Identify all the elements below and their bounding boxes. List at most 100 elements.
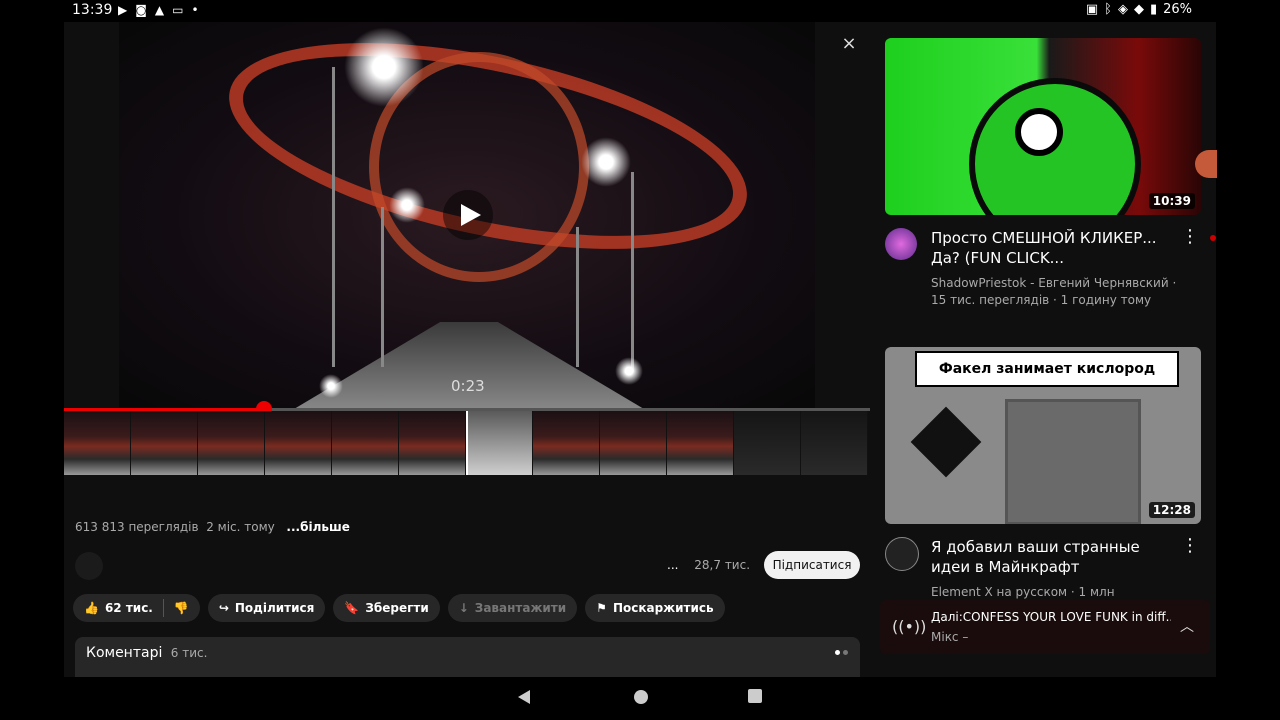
video-frame-pole	[631, 172, 634, 372]
youtube-app: × 0:23 613 813 переглядів 2 міс. тому ..…	[64, 22, 1217, 720]
recommendation-title[interactable]: Я добавил ваши странные идеи в Майнкрафт	[931, 537, 1175, 577]
video-frame-light	[319, 374, 343, 398]
comments-pager	[835, 650, 848, 655]
more-vert-icon[interactable]: ⋮	[1181, 535, 1199, 556]
video-frame-road	[289, 322, 649, 408]
strip-frame	[466, 411, 533, 475]
like-dislike-button[interactable]: 👍 62 тис. 👎	[73, 594, 200, 622]
share-label: Поділитися	[234, 601, 315, 615]
back-icon[interactable]	[517, 689, 531, 705]
share-icon: ↪	[218, 601, 229, 615]
like-count: 62 тис.	[104, 601, 153, 615]
video-frame-pole	[332, 67, 335, 367]
cast-icon: ◙	[135, 3, 147, 17]
like-separator	[162, 599, 164, 617]
camera-bubble-icon[interactable]	[1195, 150, 1217, 178]
subscribe-button[interactable]: Підписатися	[764, 551, 860, 579]
live-dot	[1210, 235, 1216, 241]
video-frame-light	[615, 357, 643, 385]
up-next-subtitle: Мікс –	[931, 630, 969, 644]
channel-avatar[interactable]	[885, 228, 917, 260]
recommendation-card[interactable]: 10:39 Просто СМЕШНОЙ КЛИКЕР... Да? (FUN …	[885, 38, 1201, 328]
thumb-shaft	[1005, 399, 1141, 524]
bluetooth-icon: ᛒ	[1104, 2, 1112, 17]
duration-badge: 12:28	[1148, 502, 1195, 518]
strip-frame	[600, 411, 667, 475]
status-notification-icons: ▶ ◙ ▲ ▭ •	[118, 3, 199, 17]
recommendation-channel: ShadowPriestok - Евгений Чернявский ·	[931, 276, 1177, 290]
status-dot: •	[191, 3, 199, 17]
up-next-title: Далі:CONFESS YOUR LOVE FUNK in diff...	[931, 610, 1171, 624]
recents-icon[interactable]	[748, 689, 762, 703]
strip-frame	[667, 411, 734, 475]
cast-status-icon: ▣	[1085, 2, 1099, 17]
recommendation-stats: 15 тис. переглядів · 1 годину тому	[931, 293, 1152, 307]
recommendation-title[interactable]: Просто СМЕШНОЙ КЛИКЕР... Да? (FUN CLICK.…	[931, 228, 1175, 268]
report-label: Поскаржитись	[612, 601, 714, 615]
download-icon: ↓	[458, 601, 469, 615]
video-frame-light	[344, 27, 424, 107]
subscriber-info: ... 28,7 тис.	[667, 558, 750, 572]
recommendation-channel: Element X на русском · 1 млн	[931, 585, 1115, 599]
seek-time-label: 0:23	[451, 377, 485, 395]
channel-avatar[interactable]	[885, 537, 919, 571]
status-time: 13:39	[72, 2, 113, 18]
video-frame-pole	[576, 227, 579, 367]
youtube-icon: ▶	[118, 3, 128, 17]
battery-icon: ▮	[1149, 2, 1158, 17]
bookmark-icon: 🔖	[344, 601, 360, 615]
thumb-caption: Факел занимает кислород	[915, 351, 1179, 387]
video-frame-light	[389, 187, 425, 223]
strip-frame	[801, 411, 868, 475]
strip-frame	[399, 411, 466, 475]
action-bar: 👍 62 тис. 👎 ↪ Поділитися 🔖 Зберегти ↓ За…	[73, 594, 725, 622]
download-label: Завантажити	[474, 601, 567, 615]
report-button[interactable]: ⚑ Поскаржитись	[585, 594, 725, 622]
strip-frame	[332, 411, 399, 475]
strip-frame	[64, 411, 131, 475]
upload-age: 2 міс. тому	[206, 520, 275, 534]
comments-title: Коментарі	[86, 645, 163, 661]
strip-frame	[131, 411, 198, 475]
status-bar: 13:39 ▶ ◙ ▲ ▭ • ▣ ᛒ ◈ ◆ ▮ 26%	[0, 0, 1280, 22]
like-icon: 👍	[84, 601, 99, 615]
channel-name-ellipsis: ...	[667, 558, 679, 572]
strip-frame	[265, 411, 332, 475]
play-button[interactable]	[443, 190, 493, 240]
home-icon[interactable]	[633, 689, 649, 705]
warning-icon: ▲	[154, 3, 165, 17]
view-count: 613 813 переглядів	[75, 520, 199, 534]
video-frame-pole	[381, 207, 384, 367]
comments-header: Коментарі 6 тис.	[86, 645, 207, 661]
share-button[interactable]: ↪ Поділитися	[207, 594, 326, 622]
save-button[interactable]: 🔖 Зберегти	[333, 594, 440, 622]
save-label: Зберегти	[365, 601, 429, 615]
thumb-eye	[1015, 108, 1063, 156]
status-right: ▣ ᛒ ◈ ◆ ▮ 26%	[1086, 2, 1192, 17]
mute-icon: ◈	[1117, 2, 1128, 17]
dislike-icon[interactable]: 👎	[174, 601, 189, 615]
recommendation-thumbnail[interactable]: 10:39	[885, 38, 1201, 215]
up-next-bar[interactable]: ((•)) Далі:CONFESS YOUR LOVE FUNK in dif…	[880, 600, 1210, 654]
close-icon[interactable]: ×	[839, 34, 859, 54]
channel-avatar[interactable]	[75, 552, 103, 580]
message-icon: ▭	[172, 3, 184, 17]
play-icon	[461, 204, 481, 226]
recommendation-thumbnail[interactable]: Факел занимает кислород 12:28	[885, 347, 1201, 524]
mix-radio-icon: ((•))	[892, 617, 927, 636]
thumbnail-strip[interactable]	[64, 411, 868, 475]
chevron-up-icon[interactable]: ︿	[1180, 616, 1194, 636]
recommendation-card[interactable]: Факел занимает кислород 12:28 Я добавил …	[885, 347, 1201, 600]
more-vert-icon[interactable]: ⋮	[1181, 226, 1199, 247]
wifi-icon: ◆	[1133, 2, 1144, 17]
strip-frame	[533, 411, 600, 475]
comments-count: 6 тис.	[170, 646, 208, 660]
flag-icon: ⚑	[596, 601, 607, 615]
battery-level: 26%	[1163, 2, 1192, 17]
subscriber-count: 28,7 тис.	[694, 558, 751, 572]
strip-frame	[198, 411, 265, 475]
strip-frame	[734, 411, 801, 475]
duration-badge: 10:39	[1148, 193, 1195, 209]
download-button[interactable]: ↓ Завантажити	[447, 594, 578, 622]
more-link[interactable]: ...більше	[286, 520, 349, 534]
